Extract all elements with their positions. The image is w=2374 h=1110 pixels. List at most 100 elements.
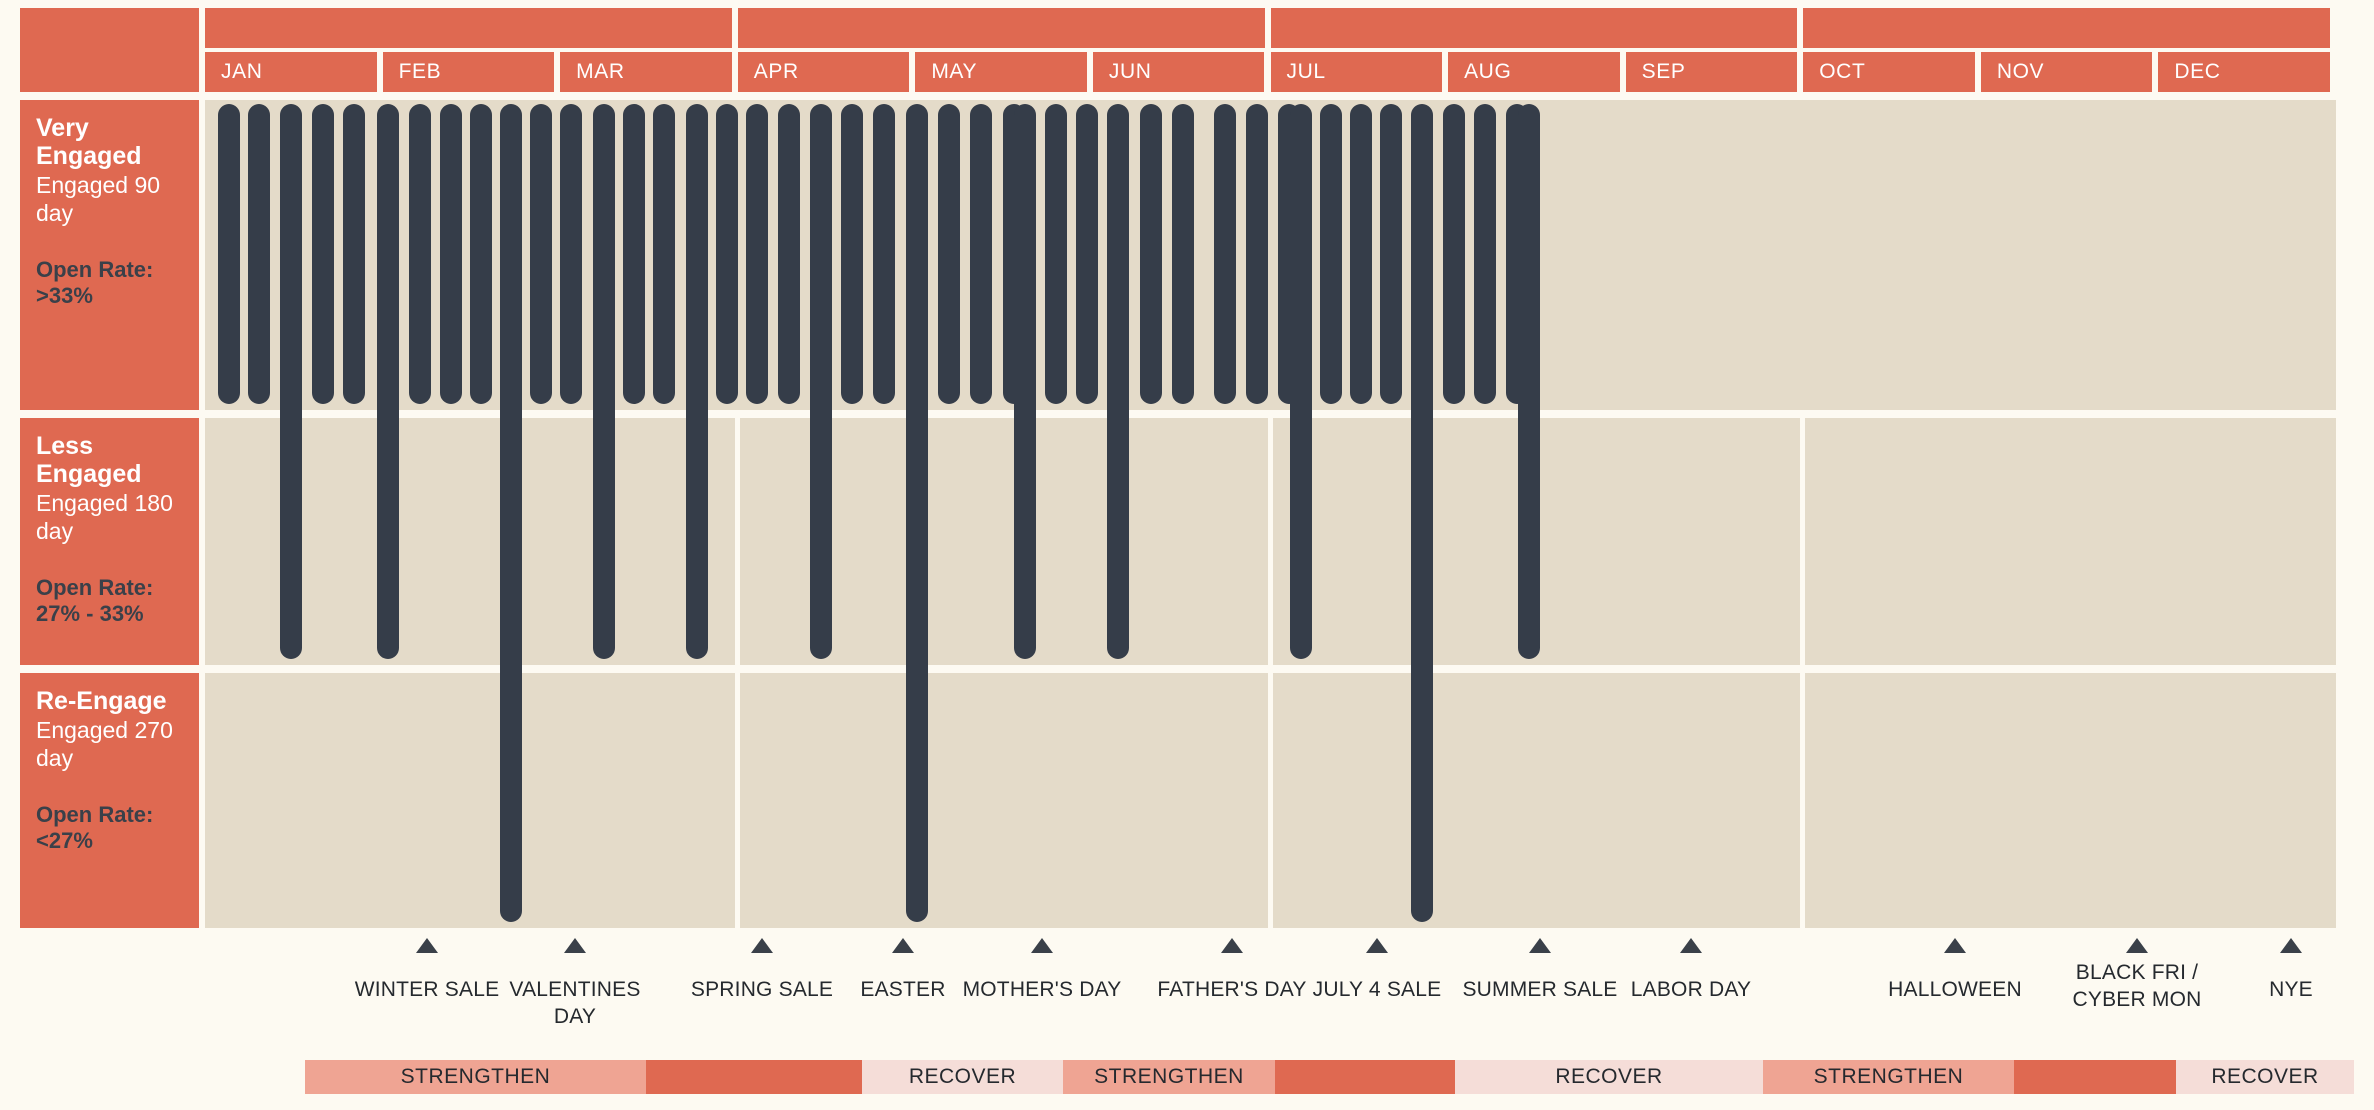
event-label: HALLOWEEN <box>1888 978 2022 1001</box>
send-bar <box>593 104 615 659</box>
header-corner-block <box>20 8 199 92</box>
send-bar <box>440 104 462 404</box>
event-marker-triangle <box>1031 938 1053 953</box>
event-marker-triangle <box>1529 938 1551 953</box>
send-bar <box>1474 104 1496 404</box>
phase-segment-strengthen_light: STRENGTHEN <box>305 1060 646 1094</box>
month-label: AUG <box>1464 60 1512 83</box>
event-label: VALENTINES DAY <box>509 978 641 1028</box>
event-label: SUMMER SALE <box>1462 978 1618 1001</box>
send-bar <box>1107 104 1129 659</box>
event-marker-triangle <box>1944 938 1966 953</box>
send-bar <box>1380 104 1402 404</box>
event-label: LABOR DAY <box>1630 978 1752 1001</box>
send-bar <box>653 104 675 404</box>
month-label: NOV <box>1996 60 2045 83</box>
send-bar <box>873 104 895 404</box>
event-marker-triangle <box>564 938 586 953</box>
phase-segment-strengthen_dark <box>646 1060 862 1094</box>
quarter-group-cell <box>205 8 732 48</box>
month-header-jun: JUN <box>1092 52 1265 92</box>
send-bar <box>1350 104 1372 404</box>
tier-card-less-engaged: Less Engaged Engaged 180 day Open Rate: 27%… <box>20 418 199 665</box>
event-label: NYE <box>2269 978 2313 1001</box>
month-header-aug: AUG <box>1448 52 1620 92</box>
send-bar <box>746 104 768 404</box>
month-header-dec: DEC <box>2158 52 2330 92</box>
month-header-oct: OCT <box>1803 52 1975 92</box>
plot-row-1 <box>205 100 2336 410</box>
tier-open-rate-label: Open Rate: <box>36 575 154 601</box>
month-label: DEC <box>2174 60 2221 83</box>
send-bar <box>810 104 832 659</box>
quarter-separator <box>1800 418 1806 665</box>
tier-subtitle: Engaged 180 day <box>36 490 173 545</box>
phase-segment-recover: RECOVER <box>2176 1060 2354 1094</box>
tier-subtitle: Engaged 90 day <box>36 172 161 227</box>
send-bar <box>686 104 708 659</box>
send-bar <box>409 104 431 404</box>
quarter-group-cell <box>1270 8 1798 48</box>
month-label: OCT <box>1819 60 1866 83</box>
send-bar <box>1014 104 1036 659</box>
phase-segment-strengthen_light: STRENGTHEN <box>1063 1060 1275 1094</box>
tier-card-re-engage: Re-Engage Engaged 270 day Open Rate: <27% <box>20 673 199 928</box>
phase-label: STRENGTHEN <box>1094 1065 1244 1088</box>
event-label: MOTHER'S DAY <box>962 978 1122 1001</box>
event-marker-triangle <box>751 938 773 953</box>
send-bar <box>500 104 522 922</box>
event-marker-triangle <box>416 938 438 953</box>
send-bar <box>623 104 645 404</box>
send-bar <box>280 104 302 659</box>
send-bar <box>841 104 863 404</box>
send-bar <box>938 104 960 404</box>
month-label: APR <box>753 60 799 83</box>
send-bar <box>1214 104 1236 404</box>
send-bar <box>716 104 738 404</box>
send-bar <box>218 104 240 404</box>
event-marker-triangle <box>1680 938 1702 953</box>
quarter-header-row <box>205 8 2336 48</box>
send-bar <box>377 104 399 659</box>
event-marker-triangle <box>1221 938 1243 953</box>
event-marker-triangle <box>892 938 914 953</box>
month-label: JUN <box>1108 60 1152 83</box>
quarter-separator <box>734 418 740 665</box>
quarter-separator <box>1800 673 1806 928</box>
phase-segment-strengthen_dark <box>1275 1060 1455 1094</box>
tier-open-rate-label: Open Rate: <box>36 257 154 283</box>
send-bar <box>470 104 492 404</box>
month-label: MAR <box>576 60 625 83</box>
send-bar <box>560 104 582 404</box>
send-bar <box>906 104 928 922</box>
send-bar <box>1443 104 1465 404</box>
send-bar <box>1172 104 1194 404</box>
send-bar <box>1045 104 1067 404</box>
quarter-separator <box>734 673 740 928</box>
send-bar <box>1290 104 1312 659</box>
month-label: FEB <box>398 60 442 83</box>
month-header-apr: APR <box>737 52 910 92</box>
send-bar <box>248 104 270 404</box>
tier-open-rate-value: 27% - 33% <box>36 601 144 627</box>
phase-segment-recover: RECOVER <box>862 1060 1063 1094</box>
tier-card-very-engaged: Very Engaged Engaged 90 day Open Rate: >33% <box>20 100 199 410</box>
phase-segment-strengthen_light: STRENGTHEN <box>1763 1060 2014 1094</box>
phase-label: RECOVER <box>1555 1065 1663 1088</box>
quarter-group-cell <box>1803 8 2330 48</box>
send-bar <box>1320 104 1342 404</box>
phase-label: STRENGTHEN <box>1813 1065 1964 1088</box>
event-marker-triangle <box>2280 938 2302 953</box>
tier-title: Very Engaged <box>36 114 142 170</box>
send-bar <box>1518 104 1540 659</box>
phase-segment-recover: RECOVER <box>1455 1060 1763 1094</box>
month-header-sep: SEP <box>1625 52 1798 92</box>
month-header-jul: JUL <box>1270 52 1443 92</box>
month-header-feb: FEB <box>382 52 555 92</box>
send-bar <box>1411 104 1433 922</box>
tier-title: Re-Engage <box>36 687 167 715</box>
send-bar <box>1140 104 1162 404</box>
month-label: JAN <box>221 60 263 83</box>
quarter-group-cell <box>737 8 1265 48</box>
month-header-mar: MAR <box>560 52 732 92</box>
